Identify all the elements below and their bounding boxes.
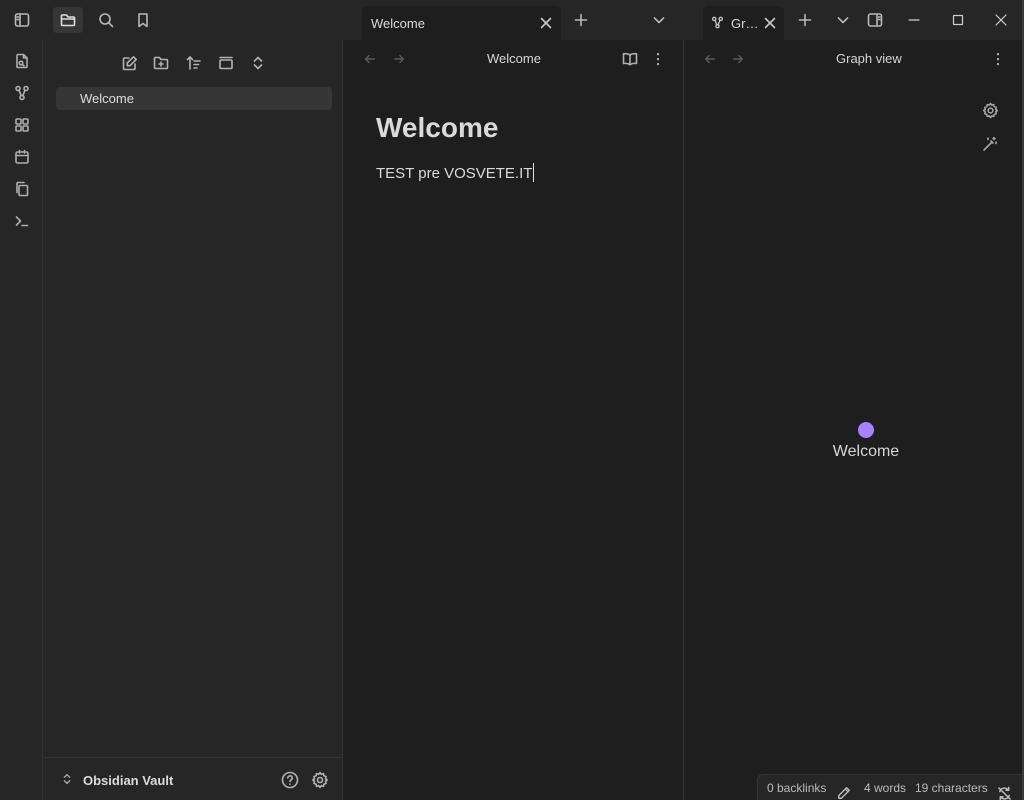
tab-graph[interactable]: Gr… (703, 6, 784, 40)
bookmarks-button[interactable] (128, 7, 158, 33)
settings-icon[interactable] (311, 771, 329, 789)
canvas-icon (14, 117, 30, 133)
new-folder-button[interactable] (148, 51, 174, 75)
forward-button[interactable] (388, 49, 410, 69)
close-tab-icon[interactable] (538, 15, 554, 31)
search-icon (98, 12, 114, 28)
maximize-icon (950, 12, 966, 28)
graph-header: Graph view (684, 40, 1022, 78)
folder-icon (60, 12, 76, 28)
edit-mode-icon[interactable] (836, 780, 852, 799)
calendar-icon (14, 149, 30, 165)
more-options-button[interactable] (647, 49, 669, 69)
sync-off-icon[interactable] (996, 780, 1012, 800)
vault-name[interactable]: Obsidian Vault (83, 773, 173, 788)
search-button[interactable] (91, 7, 121, 33)
arrow-left-icon (703, 52, 717, 66)
arrow-left-icon (363, 52, 377, 66)
graph-pane: Graph view Welcome (684, 40, 1022, 800)
collapse-icon (218, 55, 234, 71)
new-folder-icon (153, 55, 169, 71)
forward-button[interactable] (727, 49, 749, 69)
note-title[interactable]: Welcome (376, 112, 498, 144)
open-graph-button[interactable] (8, 80, 36, 106)
animate-graph-button[interactable] (979, 133, 1001, 155)
editor-header: Welcome (344, 40, 684, 78)
status-bar: 0 backlinks 4 words 19 characters (757, 774, 1022, 800)
open-quick-switcher-icon (14, 53, 30, 69)
text-caret (533, 163, 535, 182)
command-palette-button[interactable] (8, 208, 36, 234)
templates-button[interactable] (8, 176, 36, 202)
minimize-button[interactable] (892, 0, 936, 40)
file-item-welcome[interactable]: Welcome (56, 87, 332, 110)
file-item-label: Welcome (80, 91, 134, 106)
sort-button[interactable] (181, 51, 207, 75)
sort-icon (186, 55, 202, 71)
title-bar: Welcome Gr… (0, 0, 1024, 40)
tab-list-button[interactable] (644, 7, 674, 33)
graph-icon (711, 16, 724, 29)
graph-icon (14, 85, 30, 101)
maximize-button[interactable] (936, 0, 980, 40)
character-count: 19 characters (915, 781, 988, 795)
auto-reveal-button[interactable] (213, 51, 239, 75)
graph-settings-button[interactable] (979, 99, 1001, 121)
sidebar-toggle-button[interactable] (7, 7, 37, 33)
vault-bar: Obsidian Vault (43, 757, 342, 800)
editor-pane: Welcome Welcome TEST pre VOSVETE.IT (344, 40, 684, 800)
left-ribbon (0, 40, 43, 800)
daily-note-button[interactable] (8, 144, 36, 170)
more-options-button[interactable] (987, 49, 1009, 69)
close-window-button[interactable] (979, 0, 1023, 40)
terminal-icon (14, 213, 30, 229)
more-vertical-icon (990, 51, 1006, 67)
arrow-right-icon (392, 52, 406, 66)
graph-node[interactable] (858, 422, 874, 438)
tab-graph-label: Gr… (731, 16, 759, 31)
book-open-icon (622, 51, 638, 67)
sidebar-toggle-icon (14, 12, 30, 28)
backlinks-count[interactable]: 0 backlinks (767, 781, 826, 795)
new-note-button[interactable] (117, 51, 143, 75)
expand-icon (250, 55, 266, 71)
note-body[interactable]: TEST pre VOSVETE.IT (376, 163, 535, 182)
right-sidebar-toggle-button[interactable] (860, 7, 890, 33)
reading-view-button[interactable] (619, 49, 641, 69)
chevron-down-icon (651, 12, 667, 28)
settings-icon (982, 102, 999, 119)
minimize-icon (906, 12, 922, 28)
arrow-right-icon (731, 52, 745, 66)
close-tab-icon[interactable] (762, 15, 778, 31)
canvas-button[interactable] (8, 112, 36, 138)
layout-icon (867, 12, 883, 28)
files-tab-button[interactable] (53, 7, 83, 33)
vault-switch-icon[interactable] (60, 772, 74, 786)
copy-icon (14, 181, 30, 197)
magic-wand-icon (982, 136, 998, 152)
new-tab-button[interactable] (566, 7, 596, 33)
new-tab-button-right[interactable] (790, 7, 820, 33)
more-vertical-icon (650, 51, 666, 67)
plus-icon (573, 12, 589, 28)
help-icon[interactable] (281, 771, 299, 789)
expand-all-button[interactable] (245, 51, 271, 75)
new-note-icon (122, 55, 138, 71)
tab-welcome[interactable]: Welcome (362, 6, 561, 40)
bookmark-icon (135, 12, 151, 28)
graph-node-label: Welcome (832, 443, 900, 460)
tab-list-button-right[interactable] (828, 7, 858, 33)
word-count: 4 words (864, 781, 907, 795)
quick-switcher-button[interactable] (8, 48, 36, 74)
graph-header-title: Graph view (836, 51, 902, 66)
close-icon (993, 12, 1009, 28)
chevron-down-icon (835, 12, 851, 28)
back-button[interactable] (699, 49, 721, 69)
tab-welcome-label: Welcome (371, 16, 425, 31)
plus-icon (797, 12, 813, 28)
back-button[interactable] (359, 49, 381, 69)
editor-header-title: Welcome (487, 51, 541, 66)
file-explorer: Welcome Obsidian Vault (43, 40, 343, 800)
note-body-text: TEST pre VOSVETE.IT (376, 165, 533, 182)
